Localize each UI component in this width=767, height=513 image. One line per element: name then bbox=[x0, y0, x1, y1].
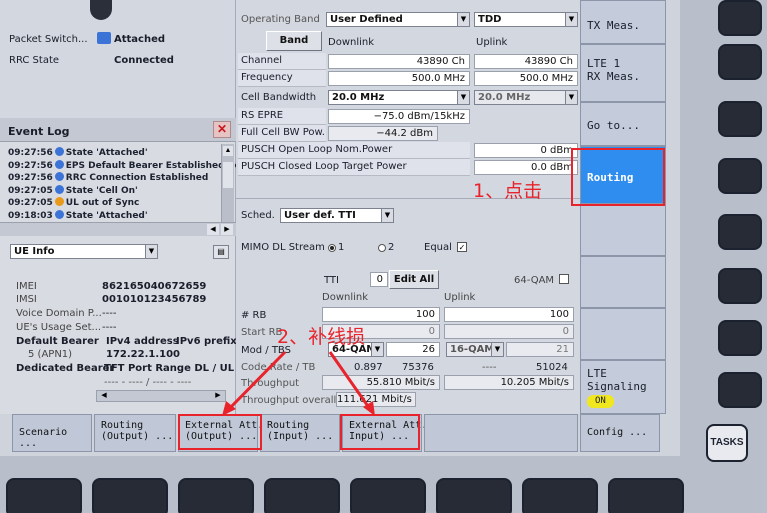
hw-softkey-1[interactable] bbox=[6, 478, 82, 513]
instrument-screen: Packet Switch... Attached RRC State Conn… bbox=[0, 0, 680, 456]
hw-softkey-8[interactable] bbox=[608, 478, 684, 513]
hw-key-7[interactable] bbox=[718, 320, 762, 356]
hw-key-1[interactable] bbox=[718, 0, 762, 36]
hw-key-8[interactable] bbox=[718, 372, 762, 408]
hw-softkey-4[interactable] bbox=[264, 478, 340, 513]
hw-softkey-5[interactable] bbox=[350, 478, 426, 513]
hw-softkey-7[interactable] bbox=[522, 478, 598, 513]
hw-key-4[interactable] bbox=[718, 158, 762, 194]
hw-softkey-2[interactable] bbox=[92, 478, 168, 513]
hw-key-6[interactable] bbox=[718, 268, 762, 304]
hw-softkey-6[interactable] bbox=[436, 478, 512, 513]
hw-key-5[interactable] bbox=[718, 214, 762, 250]
hw-key-2[interactable] bbox=[718, 44, 762, 80]
tasks-button[interactable]: TASKS bbox=[706, 424, 748, 462]
hw-softkey-3[interactable] bbox=[178, 478, 254, 513]
hw-key-3[interactable] bbox=[718, 101, 762, 137]
annotation-arrows bbox=[222, 350, 375, 416]
